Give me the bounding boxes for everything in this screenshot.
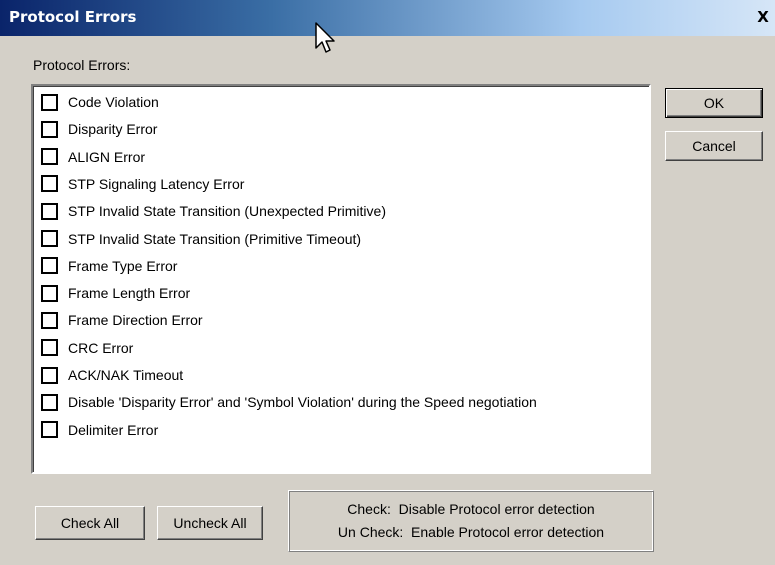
protocol-errors-list[interactable]: Code Violation Disparity Error ALIGN Error…	[31, 84, 651, 474]
error-label: Disparity Error	[68, 121, 158, 138]
error-list-item[interactable]: CRC Error	[33, 336, 643, 360]
checkbox[interactable]	[41, 284, 58, 302]
error-label: Disable 'Disparity Error' and 'Symbol Vi…	[68, 394, 537, 411]
error-label: Code Violation	[68, 94, 159, 110]
checkbox[interactable]	[41, 257, 58, 275]
error-list-item[interactable]: STP Signaling Latency Error	[33, 172, 643, 196]
check-all-button[interactable]: Check All	[35, 506, 145, 540]
error-label: CRC Error	[68, 339, 134, 356]
checkbox[interactable]	[41, 175, 58, 193]
error-label: ALIGN Error	[68, 148, 146, 165]
checkbox[interactable]	[41, 202, 58, 220]
info-line-check: Check: Disable Protocol error detection	[347, 501, 595, 517]
checkbox[interactable]	[41, 366, 58, 384]
close-button[interactable]: X	[753, 7, 773, 27]
error-label: Frame Length Error	[68, 285, 191, 302]
checkbox[interactable]	[41, 230, 58, 247]
error-label: ACK/NAK Timeout	[68, 367, 184, 383]
error-label: STP Invalid State Transition (Primitive …	[68, 230, 362, 247]
error-label: Frame Type Error	[68, 257, 178, 274]
error-list-item[interactable]: Delimiter Error	[33, 418, 643, 442]
checkbox[interactable]	[41, 339, 58, 357]
checkbox[interactable]	[41, 393, 58, 411]
error-list-item[interactable]: Disable 'Disparity Error' and 'Symbol Vi…	[33, 390, 643, 414]
ok-button[interactable]: OK	[665, 88, 763, 118]
title-bar[interactable]: Protocol Errors X	[0, 0, 775, 36]
window-title: Protocol Errors	[9, 8, 137, 26]
checkbox[interactable]	[41, 148, 58, 166]
mouse-pointer-icon	[315, 22, 335, 53]
error-label: Frame Direction Error	[68, 312, 203, 329]
error-list-item[interactable]: ACK/NAK Timeout	[33, 363, 643, 387]
uncheck-all-button[interactable]: Uncheck All	[157, 506, 263, 540]
error-list-item[interactable]: Disparity Error	[33, 117, 643, 141]
error-list-item[interactable]: Frame Type Error	[33, 254, 643, 278]
error-list-item[interactable]: Frame Direction Error	[33, 308, 643, 332]
info-line-uncheck: Un Check: Enable Protocol error detectio…	[337, 524, 605, 540]
error-label: STP Signaling Latency Error	[68, 175, 245, 192]
checkbox[interactable]	[41, 421, 58, 439]
checkbox[interactable]	[41, 311, 58, 329]
detection-info-box: Check: Disable Protocol error detection …	[288, 490, 654, 552]
error-list-item[interactable]: Frame Length Error	[33, 281, 643, 305]
cancel-button[interactable]: Cancel	[665, 131, 763, 161]
error-list-item[interactable]: Code Violation	[33, 90, 643, 114]
error-label: STP Invalid State Transition (Unexpected…	[68, 203, 386, 220]
error-label: Delimiter Error	[68, 421, 159, 438]
checkbox[interactable]	[41, 93, 58, 111]
error-list-item[interactable]: STP Invalid State Transition (Unexpected…	[33, 199, 643, 223]
error-list-item[interactable]: ALIGN Error	[33, 145, 643, 169]
protocol-errors-label: Protocol Errors:	[33, 57, 131, 73]
checkbox[interactable]	[41, 120, 58, 138]
error-list-item[interactable]: STP Invalid State Transition (Primitive …	[33, 227, 643, 251]
